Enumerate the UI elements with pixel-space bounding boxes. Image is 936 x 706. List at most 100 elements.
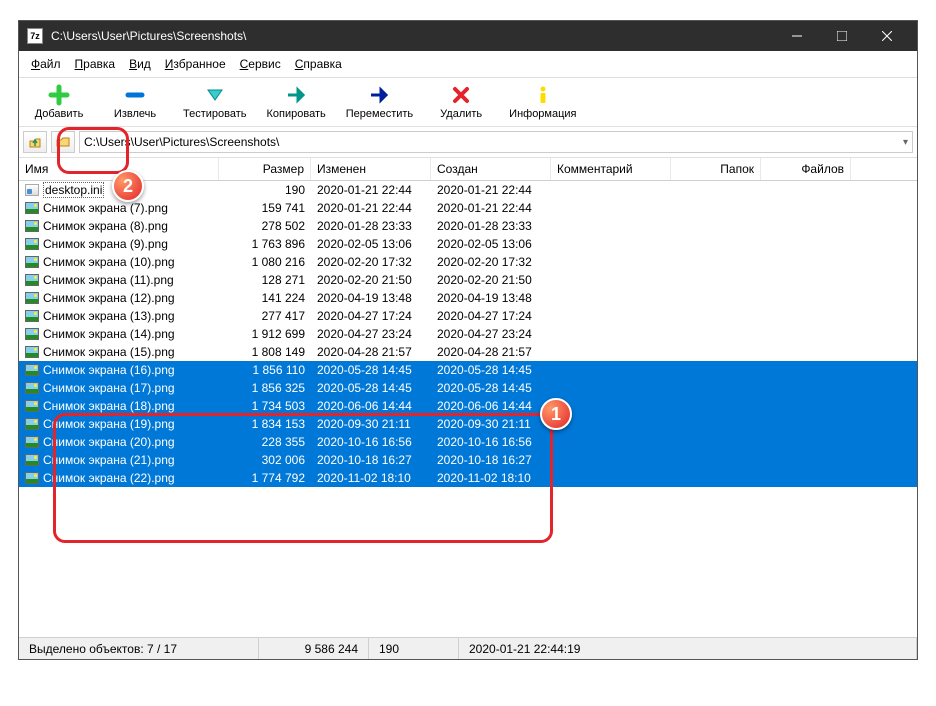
info-button[interactable]: Информация bbox=[501, 82, 584, 122]
menu-сервис[interactable]: Сервис bbox=[234, 53, 287, 75]
file-size: 1 856 110 bbox=[219, 363, 311, 377]
test-button[interactable]: Тестировать bbox=[175, 82, 255, 122]
file-row[interactable]: Снимок экрана (9).png1 763 8962020-02-05… bbox=[19, 235, 917, 253]
statusbar: Выделено объектов: 7 / 17 9 586 244 190 … bbox=[19, 637, 917, 659]
file-icon bbox=[25, 328, 39, 340]
column-modified[interactable]: Изменен bbox=[311, 158, 431, 180]
extract-button[interactable]: Извлечь bbox=[99, 82, 171, 122]
file-modified: 2020-01-28 23:33 bbox=[311, 219, 431, 233]
column-files[interactable]: Файлов bbox=[761, 158, 851, 180]
file-icon bbox=[25, 472, 39, 484]
file-row[interactable]: Снимок экрана (11).png 128 2712020-02-20 … bbox=[19, 271, 917, 289]
file-modified: 2020-02-20 21:50 bbox=[311, 273, 431, 287]
file-name: Снимок экрана (11).png bbox=[43, 273, 174, 287]
window-title: C:\Users\User\Pictures\Screenshots\ bbox=[51, 29, 774, 43]
column-comment[interactable]: Комментарий bbox=[551, 158, 671, 180]
computer-button[interactable] bbox=[51, 131, 75, 153]
file-icon bbox=[25, 364, 39, 376]
file-created: 2020-04-27 17:24 bbox=[431, 309, 551, 323]
file-created: 2020-01-21 22:44 bbox=[431, 183, 551, 197]
titlebar: 7z C:\Users\User\Pictures\Screenshots\ bbox=[19, 21, 917, 51]
file-icon bbox=[25, 418, 39, 430]
file-row[interactable]: Снимок экрана (14).png1 912 6992020-04-2… bbox=[19, 325, 917, 343]
file-row[interactable]: Снимок экрана (21).png302 0062020-10-18 … bbox=[19, 451, 917, 469]
copy-button[interactable]: Копировать bbox=[259, 82, 334, 122]
file-icon bbox=[25, 256, 39, 268]
file-created: 2020-01-28 23:33 bbox=[431, 219, 551, 233]
file-row[interactable]: Снимок экрана (10).png1 080 2162020-02-2… bbox=[19, 253, 917, 271]
file-row[interactable]: Снимок экрана (19).png1 834 1532020-09-3… bbox=[19, 415, 917, 433]
dropdown-icon[interactable]: ▾ bbox=[903, 137, 908, 148]
file-name: Снимок экрана (12).png bbox=[43, 291, 175, 305]
list-body[interactable]: desktop.ini1902020-01-21 22:442020-01-21… bbox=[19, 181, 917, 487]
file-created: 2020-10-16 16:56 bbox=[431, 435, 551, 449]
file-row[interactable]: Снимок экрана (13).png277 4172020-04-27 … bbox=[19, 307, 917, 325]
file-created: 2020-04-28 21:57 bbox=[431, 345, 551, 359]
address-input[interactable]: C:\Users\User\Pictures\Screenshots\ ▾ bbox=[79, 131, 913, 153]
file-list: Имя Размер Изменен Создан Комментарий Па… bbox=[19, 158, 917, 637]
file-modified: 2020-01-21 22:44 bbox=[311, 183, 431, 197]
file-name: Снимок экрана (10).png bbox=[43, 255, 175, 269]
file-row[interactable]: Снимок экрана (17).png1 856 3252020-05-2… bbox=[19, 379, 917, 397]
file-row[interactable]: Снимок экрана (8).png278 5022020-01-28 2… bbox=[19, 217, 917, 235]
add-label: Добавить bbox=[35, 108, 84, 120]
file-name: Снимок экрана (19).png bbox=[43, 417, 175, 431]
info-yellow-icon bbox=[532, 84, 554, 106]
file-created: 2020-05-28 14:45 bbox=[431, 381, 551, 395]
menu-правка[interactable]: Правка bbox=[69, 53, 122, 75]
file-name: Снимок экрана (20).png bbox=[43, 435, 175, 449]
file-row[interactable]: Снимок экрана (12).png141 2242020-04-19 … bbox=[19, 289, 917, 307]
file-row[interactable]: Снимок экрана (7).png159 7412020-01-21 2… bbox=[19, 199, 917, 217]
file-created: 2020-04-19 13:48 bbox=[431, 291, 551, 305]
file-modified: 2020-10-18 16:27 bbox=[311, 453, 431, 467]
column-folders[interactable]: Папок bbox=[671, 158, 761, 180]
menu-файл[interactable]: Файл bbox=[25, 53, 67, 75]
column-created[interactable]: Создан bbox=[431, 158, 551, 180]
file-size: 1 834 153 bbox=[219, 417, 311, 431]
file-size: 1 912 699 bbox=[219, 327, 311, 341]
column-size[interactable]: Размер bbox=[219, 158, 311, 180]
file-size: 1 856 325 bbox=[219, 381, 311, 395]
file-row[interactable]: desktop.ini1902020-01-21 22:442020-01-21… bbox=[19, 181, 917, 199]
file-row[interactable]: Снимок экрана (22).png1 774 7922020-11-0… bbox=[19, 469, 917, 487]
file-row[interactable]: Снимок экрана (20).png228 3552020-10-16 … bbox=[19, 433, 917, 451]
file-created: 2020-02-05 13:06 bbox=[431, 237, 551, 251]
status-total-size: 9 586 244 bbox=[259, 638, 369, 659]
file-name: Снимок экрана (16).png bbox=[43, 363, 175, 377]
maximize-button[interactable] bbox=[819, 21, 864, 51]
file-row[interactable]: Снимок экрана (18).png1 734 5032020-06-0… bbox=[19, 397, 917, 415]
minimize-button[interactable] bbox=[774, 21, 819, 51]
file-row[interactable]: Снимок экрана (15).png1 808 1492020-04-2… bbox=[19, 343, 917, 361]
list-header: Имя Размер Изменен Создан Комментарий Па… bbox=[19, 158, 917, 181]
annotation-marker-1: 1 bbox=[540, 398, 572, 430]
file-name: Снимок экрана (7).png bbox=[43, 201, 168, 215]
move-label: Переместить bbox=[346, 108, 413, 120]
add-button[interactable]: Добавить bbox=[23, 82, 95, 122]
app-window: 7z C:\Users\User\Pictures\Screenshots\ Ф… bbox=[18, 20, 918, 660]
file-icon bbox=[25, 202, 39, 214]
file-size: 302 006 bbox=[219, 453, 311, 467]
file-size: 128 271 bbox=[219, 273, 311, 287]
move-button[interactable]: Переместить bbox=[338, 82, 421, 122]
menu-справка[interactable]: Справка bbox=[289, 53, 348, 75]
close-button[interactable] bbox=[864, 21, 909, 51]
file-size: 1 774 792 bbox=[219, 471, 311, 485]
up-folder-button[interactable] bbox=[23, 131, 47, 153]
file-row[interactable]: Снимок экрана (16).png1 856 1102020-05-2… bbox=[19, 361, 917, 379]
menu-избранное[interactable]: Избранное bbox=[159, 53, 232, 75]
plus-green-icon bbox=[48, 84, 70, 106]
file-name: Снимок экрана (9).png bbox=[43, 237, 168, 251]
file-icon bbox=[25, 310, 39, 322]
file-modified: 2020-04-27 17:24 bbox=[311, 309, 431, 323]
addressbar: C:\Users\User\Pictures\Screenshots\ ▾ bbox=[19, 127, 917, 158]
arrow-down-cyan-icon bbox=[204, 84, 226, 106]
file-name: desktop.ini bbox=[43, 182, 104, 198]
delete-button[interactable]: Удалить bbox=[425, 82, 497, 122]
menu-вид[interactable]: Вид bbox=[123, 53, 157, 75]
extract-label: Извлечь bbox=[114, 108, 156, 120]
file-created: 2020-10-18 16:27 bbox=[431, 453, 551, 467]
file-size: 1 808 149 bbox=[219, 345, 311, 359]
file-icon bbox=[25, 346, 39, 358]
file-name: Снимок экрана (22).png bbox=[43, 471, 175, 485]
file-size: 190 bbox=[219, 183, 311, 197]
